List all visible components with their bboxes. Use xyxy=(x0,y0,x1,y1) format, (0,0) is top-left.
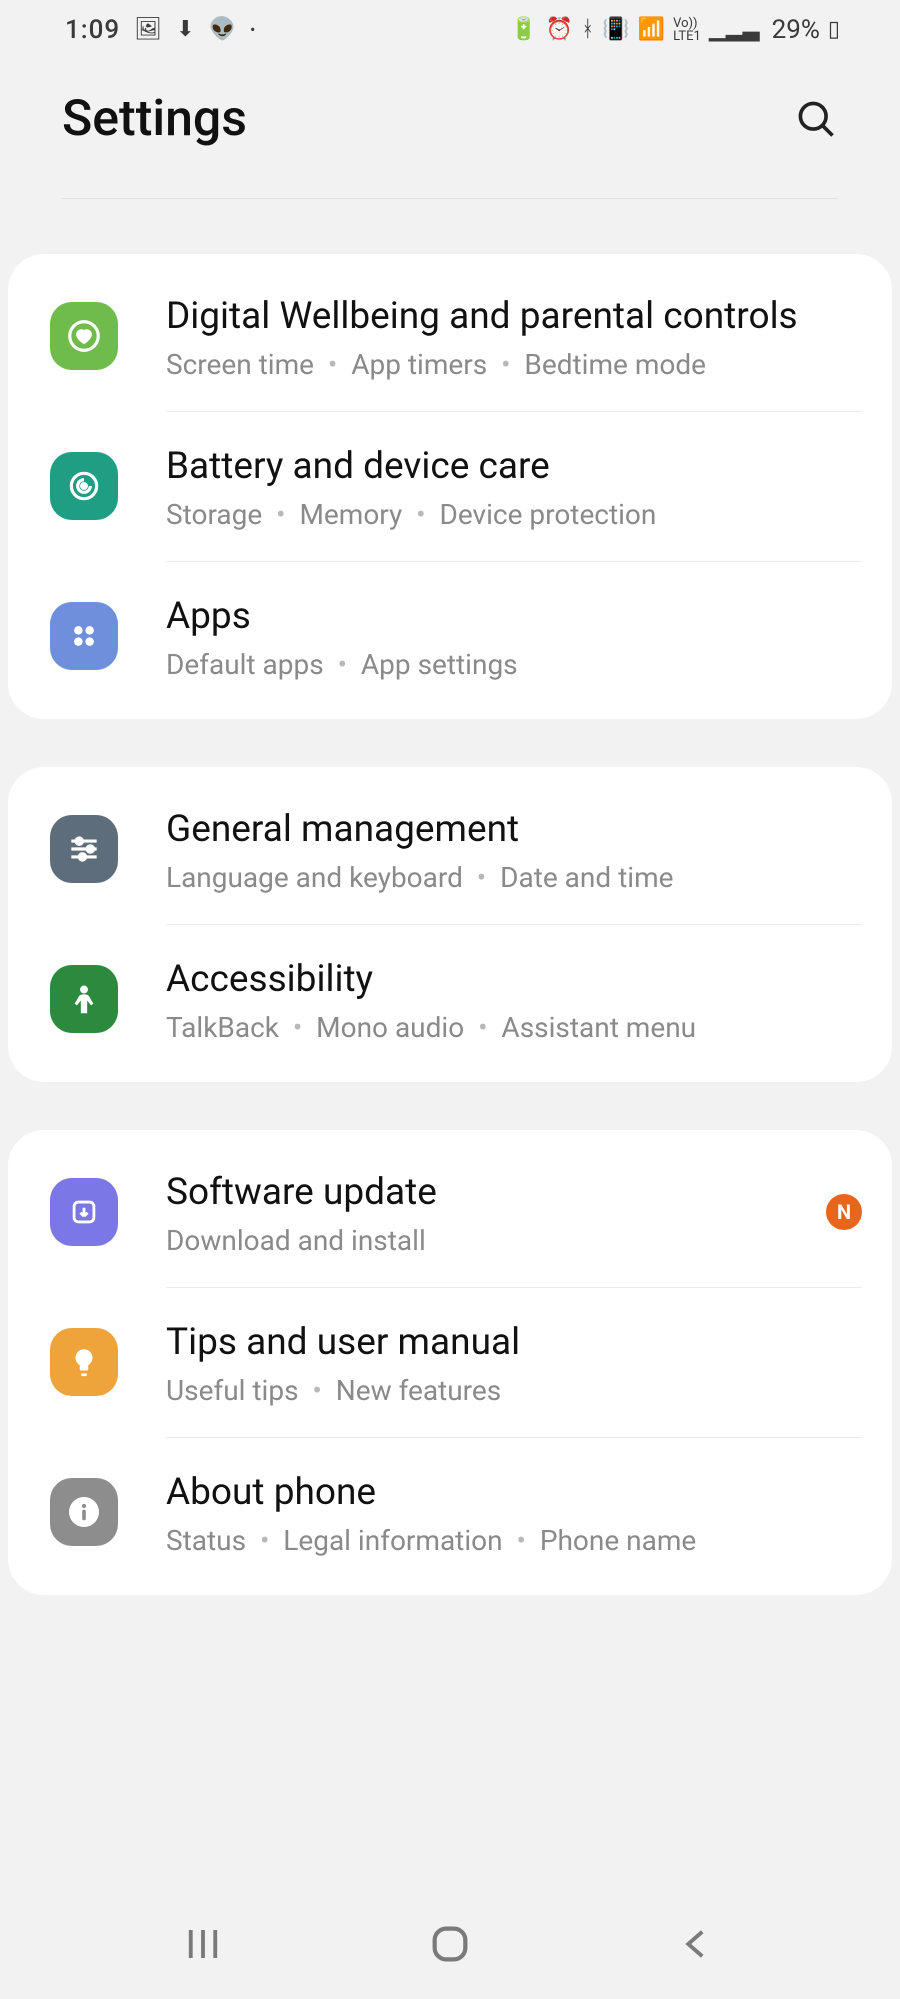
settings-row-digital-wellbeing[interactable]: Digital Wellbeing and parental controls S… xyxy=(8,262,892,411)
settings-row-tips[interactable]: Tips and user manual Useful tips • New fe… xyxy=(8,1288,892,1437)
settings-group: General management Language and keyboard … xyxy=(8,767,892,1082)
signal-icon: ▁▂▃ xyxy=(709,19,760,41)
wifi-icon: 📶 xyxy=(638,19,665,41)
settings-row-about-phone[interactable]: About phone Status • Legal information • … xyxy=(8,1438,892,1587)
software-update-icon xyxy=(50,1178,118,1246)
row-text: Apps Default apps • App settings xyxy=(166,592,862,681)
search-icon xyxy=(794,97,838,141)
row-subtitle: Useful tips • New features xyxy=(166,1374,862,1407)
battery-saver-icon: 🔋 xyxy=(510,19,537,41)
about-phone-icon xyxy=(50,1478,118,1546)
row-title: Tips and user manual xyxy=(166,1318,862,1368)
settings-row-general-management[interactable]: General management Language and keyboard … xyxy=(8,775,892,924)
row-subtitle: Storage • Memory • Device protection xyxy=(166,498,862,531)
tips-icon xyxy=(50,1328,118,1396)
accessibility-icon xyxy=(50,965,118,1033)
apps-icon xyxy=(50,602,118,670)
row-subtitle: Screen time • App timers • Bedtime mode xyxy=(166,348,862,381)
header-divider xyxy=(62,198,838,199)
general-management-icon xyxy=(50,815,118,883)
row-title: Accessibility xyxy=(166,955,862,1005)
row-subtitle: Language and keyboard • Date and time xyxy=(166,861,862,894)
digital-wellbeing-icon xyxy=(50,302,118,370)
recents-button[interactable] xyxy=(173,1914,233,1974)
settings-group: Digital Wellbeing and parental controls S… xyxy=(8,254,892,719)
row-subtitle: TalkBack • Mono audio • Assistant menu xyxy=(166,1011,862,1044)
bluetooth-icon: ᚼ xyxy=(581,19,594,41)
more-notif-icon: • xyxy=(250,22,255,38)
navigation-bar xyxy=(0,1889,900,1999)
row-text: General management Language and keyboard … xyxy=(166,805,862,894)
settings-group: Software update Download and installN Tips… xyxy=(8,1130,892,1595)
gallery-icon: 🖼 xyxy=(134,19,162,41)
row-text: Battery and device care Storage • Memory … xyxy=(166,442,862,531)
row-text: Software update Download and install xyxy=(166,1168,826,1257)
back-icon xyxy=(676,1923,718,1965)
row-title: About phone xyxy=(166,1468,862,1518)
page-title: Settings xyxy=(62,90,247,148)
reddit-icon: 👽 xyxy=(209,19,236,41)
row-title: Software update xyxy=(166,1168,826,1218)
status-time: 1:09 xyxy=(65,15,120,45)
download-icon: ⬇ xyxy=(176,19,194,41)
row-text: Accessibility TalkBack • Mono audio • Ass… xyxy=(166,955,862,1044)
recents-icon xyxy=(182,1923,224,1965)
home-button[interactable] xyxy=(420,1914,480,1974)
battery-percent: 29% xyxy=(772,15,820,45)
status-bar: 1:09 🖼 ⬇ 👽 • 🔋 ⏰ ᚼ 📳 📶 Vo))LTE1 ▁▂▃ 29% … xyxy=(0,0,900,60)
battery-icon: ▯ xyxy=(828,19,840,41)
row-title: Digital Wellbeing and parental controls xyxy=(166,292,862,342)
settings-row-accessibility[interactable]: Accessibility TalkBack • Mono audio • Ass… xyxy=(8,925,892,1074)
settings-row-battery-device-care[interactable]: Battery and device care Storage • Memory … xyxy=(8,412,892,561)
row-title: Battery and device care xyxy=(166,442,862,492)
alarm-icon: ⏰ xyxy=(546,19,573,41)
home-icon xyxy=(427,1921,473,1967)
notification-badge: N xyxy=(826,1194,862,1230)
row-title: General management xyxy=(166,805,862,855)
settings-row-apps[interactable]: Apps Default apps • App settings xyxy=(8,562,892,711)
row-title: Apps xyxy=(166,592,862,642)
app-header: Settings xyxy=(0,60,900,198)
row-subtitle: Default apps • App settings xyxy=(166,648,862,681)
row-subtitle: Status • Legal information • Phone name xyxy=(166,1524,862,1557)
row-text: About phone Status • Legal information • … xyxy=(166,1468,862,1557)
battery-device-care-icon xyxy=(50,452,118,520)
back-button[interactable] xyxy=(667,1914,727,1974)
row-text: Digital Wellbeing and parental controls S… xyxy=(166,292,862,381)
vibrate-icon: 📳 xyxy=(602,19,629,41)
volte-icon: Vo))LTE1 xyxy=(673,17,701,43)
search-button[interactable] xyxy=(794,97,838,141)
row-text: Tips and user manual Useful tips • New fe… xyxy=(166,1318,862,1407)
row-subtitle: Download and install xyxy=(166,1224,826,1257)
settings-row-software-update[interactable]: Software update Download and installN xyxy=(8,1138,892,1287)
